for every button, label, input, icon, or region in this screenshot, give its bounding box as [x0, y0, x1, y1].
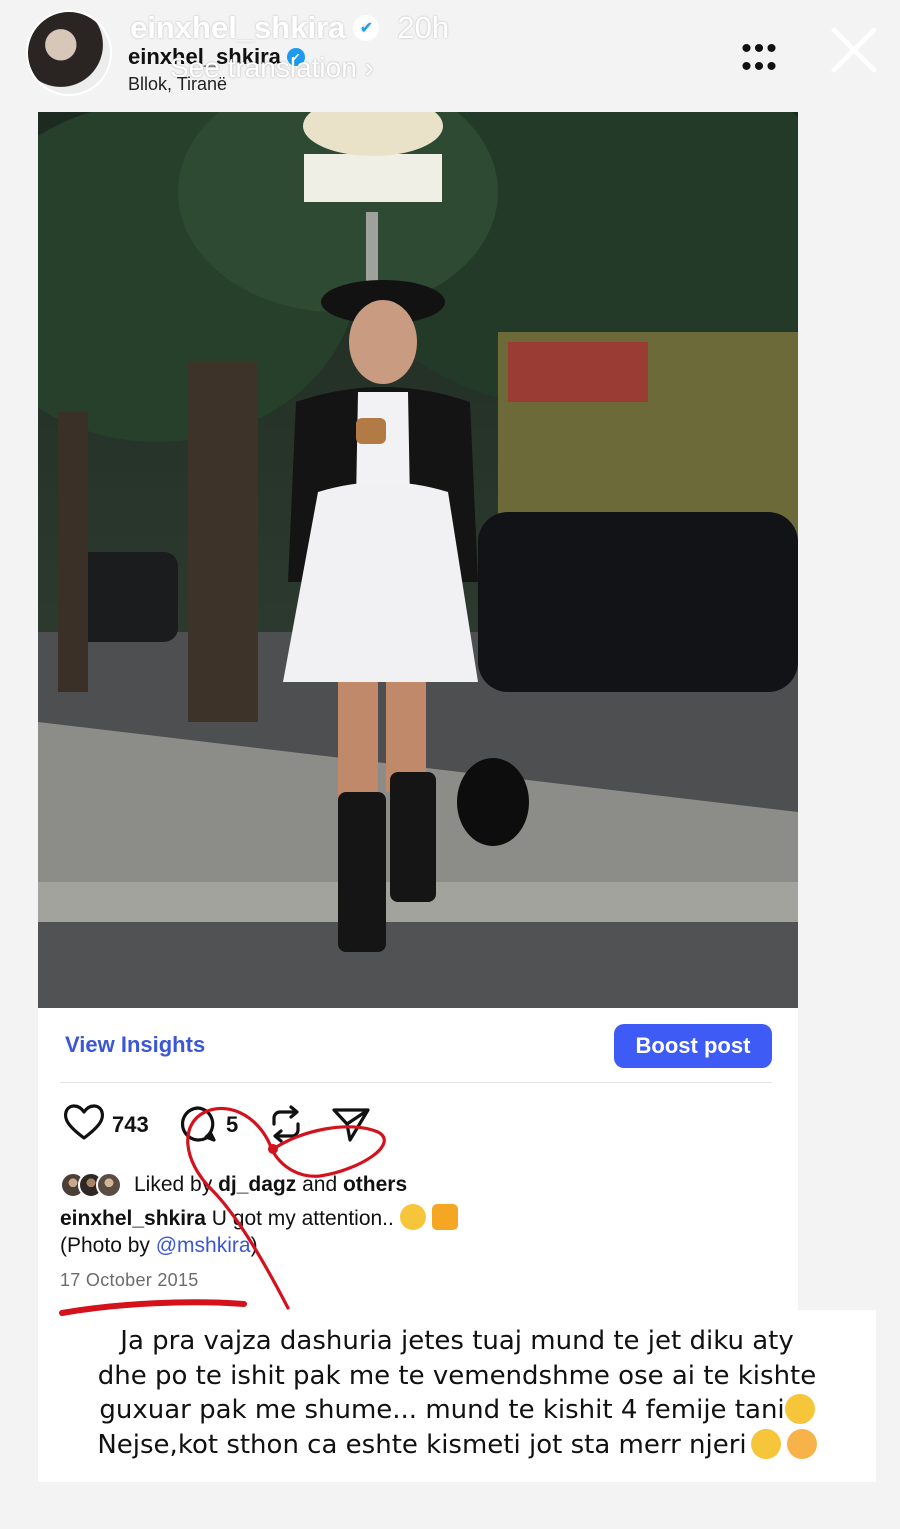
post-card: View Insights Boost post 743 5 Liked by … — [38, 112, 798, 1312]
liked-by-and: and — [302, 1173, 338, 1196]
liked-by-row[interactable]: Liked by dj_dagz and others — [60, 1170, 407, 1200]
squinting-tongue-emoji-icon — [750, 1428, 781, 1459]
verified-badge-icon: ✔ — [353, 15, 380, 41]
post-caption: einxhel_shkira U got my attention.. — [60, 1204, 458, 1231]
comment-icon[interactable] — [178, 1104, 218, 1144]
story-text-box: Ja pra vajza dashuria jetes tuaj mund te… — [38, 1310, 876, 1482]
liked-by-others[interactable]: others — [343, 1173, 407, 1196]
liked-by-user[interactable]: dj_dagz — [218, 1173, 296, 1196]
story-text-line-content: guxuar pak me shume... mund te kishit 4 … — [99, 1395, 785, 1425]
story-text: Ja pra vajza dashuria jetes tuaj mund te… — [38, 1324, 876, 1462]
avatar[interactable] — [26, 10, 112, 96]
post-action-row: 743 5 — [38, 1102, 798, 1152]
photo-credit: (Photo by @mshkira) — [60, 1234, 258, 1258]
story-text-line: dhe po te ishit pak me te vemendshme ose… — [97, 1360, 817, 1391]
story-text-line-content: Nejse,kot sthon ca eshte kismeti jot sta… — [97, 1429, 747, 1460]
story-username[interactable]: einxhel_shkira ✔ 20h — [130, 10, 449, 46]
story-text-line: Ja pra vajza dashuria jetes tuaj mund te… — [120, 1326, 794, 1356]
smiling-hearts-emoji-icon — [786, 1428, 817, 1459]
liker-avatar — [96, 1172, 122, 1198]
chevron-right-icon: › — [364, 52, 374, 83]
repost-icon[interactable] — [266, 1104, 306, 1144]
heart-eyes-emoji-icon — [399, 1204, 426, 1230]
caption-username[interactable]: einxhel_shkira — [60, 1207, 206, 1230]
caption-text: U got my attention.. — [211, 1207, 394, 1230]
heart-icon[interactable] — [62, 1102, 106, 1142]
close-icon[interactable] — [826, 22, 882, 78]
sweat-smile-emoji-icon — [784, 1394, 815, 1424]
liked-by-prefix: Liked by — [134, 1173, 213, 1196]
story-text-line: Nejse,kot sthon ca eshte kismeti jot sta… — [38, 1428, 876, 1463]
vibration-mode-emoji-icon — [431, 1204, 458, 1230]
photo-credit-prefix: (Photo by — [60, 1234, 150, 1257]
story-text-line: guxuar pak me shume... mund te kishit 4 … — [38, 1393, 876, 1428]
post-location: Bllok, Tiranë — [128, 74, 228, 94]
share-icon[interactable] — [330, 1104, 372, 1144]
insights-bar: View Insights Boost post — [38, 1008, 798, 1088]
view-insights-link[interactable]: View Insights — [65, 1032, 205, 1058]
divider — [60, 1082, 772, 1083]
street-photo-illustration — [38, 112, 798, 1008]
more-dots-icon[interactable]: ••• ••• — [738, 34, 782, 82]
liked-by-text: Liked by dj_dagz and others — [134, 1173, 407, 1197]
comments-count: 5 — [226, 1112, 239, 1137]
likes-count: 743 — [112, 1112, 149, 1137]
story-username-text[interactable]: einxhel_shkira — [130, 10, 345, 46]
post-date: 17 October 2015 — [60, 1270, 199, 1290]
post-photo[interactable] — [38, 112, 798, 1008]
story-time: 20h — [397, 10, 450, 45]
photo-credit-mention[interactable]: @mshkira — [156, 1234, 251, 1257]
photo-credit-suffix: ) — [250, 1234, 258, 1257]
story-header: einxhel_shkira ✔ 20h einxhel_shkira ✔ Se… — [0, 0, 900, 110]
boost-post-button[interactable]: Boost post — [614, 1024, 772, 1068]
